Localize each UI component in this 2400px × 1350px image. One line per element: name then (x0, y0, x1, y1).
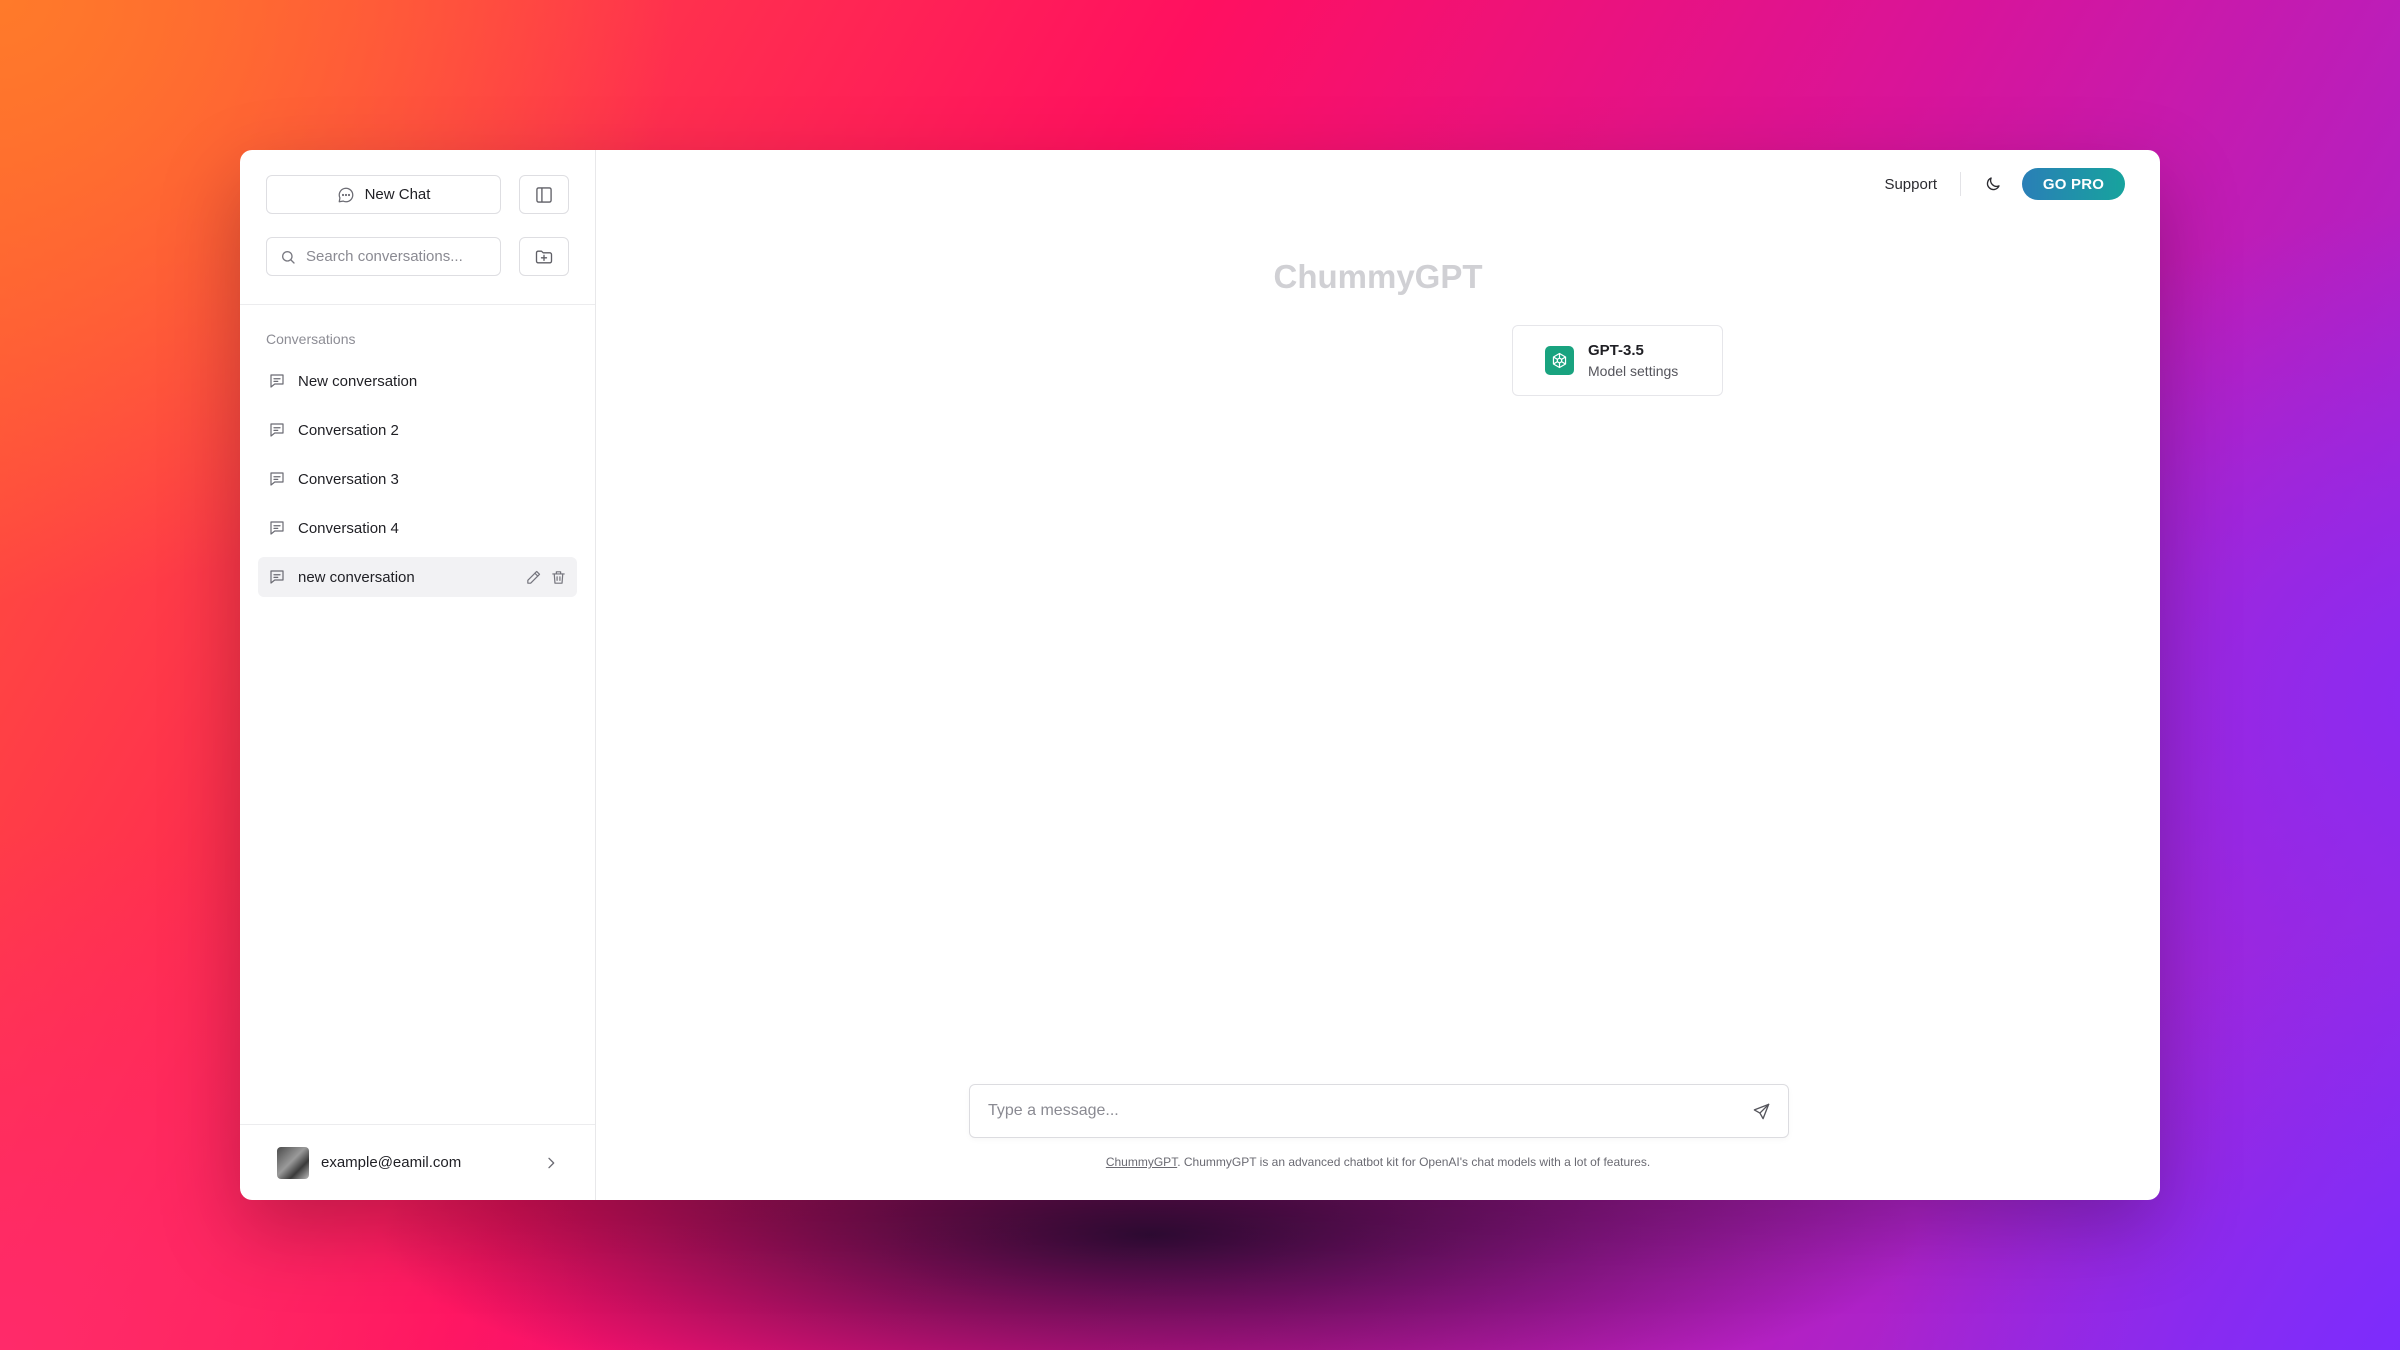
message-square-icon (268, 421, 286, 439)
app-title: ChummyGPT (1273, 258, 1483, 295)
sidebar: New Chat Search conversations... Convers… (240, 150, 596, 1200)
sidebar-toggle-button[interactable] (519, 175, 569, 214)
conversation-label: Conversation 4 (298, 519, 399, 537)
conversation-item[interactable]: Conversation 3 (258, 459, 577, 499)
message-square-icon (268, 568, 286, 586)
top-bar: Support GO PRO (1884, 168, 2125, 200)
search-icon (280, 249, 296, 265)
app-window: New Chat Search conversations... Convers… (240, 150, 2160, 1200)
sidebar-toggle-icon (534, 185, 554, 205)
conversation-item-active[interactable]: new conversation (258, 557, 577, 597)
sidebar-top-row: New Chat (266, 175, 569, 214)
avatar (277, 1146, 309, 1179)
footer-note: ChummyGPT. ChummyGPT is an advanced chat… (596, 1155, 2160, 1169)
conversation-item[interactable]: New conversation (258, 361, 577, 401)
openai-logo-icon (1545, 346, 1574, 375)
new-chat-button[interactable]: New Chat (266, 175, 501, 214)
header-divider (1960, 172, 1961, 196)
new-folder-button[interactable] (519, 237, 569, 276)
conversation-item[interactable]: Conversation 2 (258, 410, 577, 450)
conversation-label: New conversation (298, 372, 418, 390)
chat-bubble-icon (337, 186, 355, 204)
user-email: example@eamil.com (321, 1154, 462, 1171)
footer-link[interactable]: ChummyGPT (1106, 1155, 1177, 1169)
conversation-actions (525, 569, 567, 586)
message-composer (969, 1084, 1789, 1138)
moon-icon[interactable] (1983, 174, 2003, 194)
folder-plus-icon (534, 247, 554, 267)
conversations-heading: Conversations (266, 331, 356, 347)
conversation-label: Conversation 2 (298, 421, 399, 439)
send-icon[interactable] (1750, 1100, 1772, 1122)
go-pro-button[interactable]: GO PRO (2022, 168, 2125, 200)
new-chat-label: New Chat (364, 186, 431, 203)
conversation-list: New conversation Conversation 2 Conversa… (258, 361, 577, 606)
support-link[interactable]: Support (1884, 176, 1937, 193)
chevron-right-icon (543, 1155, 559, 1171)
model-info: GPT-3.5 Model settings (1588, 342, 1678, 379)
main-panel: Support GO PRO ChummyGPT GPT-3.5 Model s… (596, 150, 2160, 1200)
message-square-icon (268, 470, 286, 488)
message-input[interactable] (988, 1102, 1750, 1120)
message-square-icon (268, 519, 286, 537)
model-settings-label: Model settings (1588, 363, 1679, 379)
sidebar-search-row (266, 237, 569, 276)
model-name: GPT-3.5 (1588, 342, 1644, 359)
search-input[interactable] (306, 248, 486, 265)
conversation-label: Conversation 3 (298, 470, 399, 488)
sidebar-header: New Chat (240, 150, 595, 305)
pencil-icon[interactable] (525, 569, 542, 586)
footer-text: . ChummyGPT is an advanced chatbot kit f… (1177, 1155, 1651, 1169)
message-square-icon (268, 372, 286, 390)
user-menu[interactable]: example@eamil.com (240, 1124, 595, 1200)
model-selector[interactable]: GPT-3.5 Model settings (1512, 325, 1723, 396)
conversation-item[interactable]: Conversation 4 (258, 508, 577, 548)
trash-icon[interactable] (550, 569, 567, 586)
search-box[interactable] (266, 237, 501, 276)
conversation-label: new conversation (298, 568, 415, 586)
